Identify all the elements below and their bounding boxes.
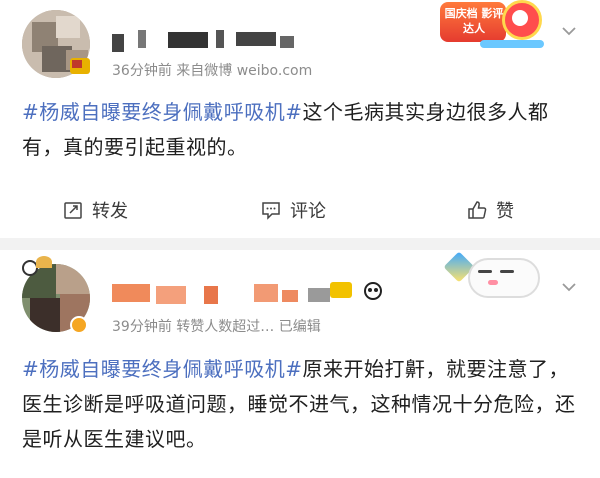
post-text: #杨威自曝要终身佩戴呼吸机#原来开始打鼾，就要注意了，医生诊断是呼吸道问题，睡觉…	[22, 352, 578, 457]
comment-icon	[262, 202, 280, 220]
action-bar: 转发 评论 赞	[0, 190, 600, 230]
repost-button[interactable]: 转发	[62, 190, 128, 230]
username-blurred[interactable]	[112, 284, 342, 306]
weibo-post: 36分钟前 来自微博 weibo.com 国庆档 影评达人 #杨威自曝要终身佩戴…	[0, 0, 600, 238]
vip-level-badge	[330, 282, 352, 298]
like-label: 赞	[496, 201, 514, 222]
post-text: #杨威自曝要终身佩戴呼吸机#这个毛病其实身边很多人都有，真的要引起重视的。	[22, 95, 578, 165]
weibo-post: 39分钟前 转赞人数超过… 已编辑 #杨威自曝要终身佩戴呼吸机#原来开始打鼾，就…	[0, 250, 600, 478]
panda-icon	[362, 280, 384, 302]
chevron-down-icon[interactable]	[560, 22, 578, 40]
username-blurred[interactable]	[112, 28, 302, 52]
chevron-down-icon[interactable]	[560, 278, 578, 296]
hashtag-link[interactable]: #杨威自曝要终身佩戴呼吸机#	[22, 357, 303, 381]
hashtag-link[interactable]: #杨威自曝要终身佩戴呼吸机#	[22, 100, 303, 124]
post-separator	[0, 238, 600, 250]
avatar-pendant-icon	[18, 256, 52, 278]
like-button[interactable]: 赞	[466, 190, 514, 230]
badge-mascot-eye	[512, 10, 528, 26]
post-meta: 36分钟前 来自微博 weibo.com	[112, 63, 313, 79]
verified-badge-icon	[70, 316, 88, 334]
vip-badge-mark	[72, 60, 82, 68]
comment-label: 评论	[290, 201, 326, 222]
achievement-badge: 国庆档 影评达人	[440, 0, 550, 52]
sleeping-pet-sticker	[443, 251, 540, 302]
repost-icon	[64, 202, 82, 219]
like-icon	[468, 201, 487, 219]
badge-base	[480, 40, 544, 48]
post-meta: 39分钟前 转赞人数超过… 已编辑	[112, 319, 321, 335]
comment-button[interactable]: 评论	[260, 190, 326, 230]
repost-label: 转发	[92, 201, 128, 222]
badge-label: 国庆档 影评达人	[444, 7, 504, 35]
